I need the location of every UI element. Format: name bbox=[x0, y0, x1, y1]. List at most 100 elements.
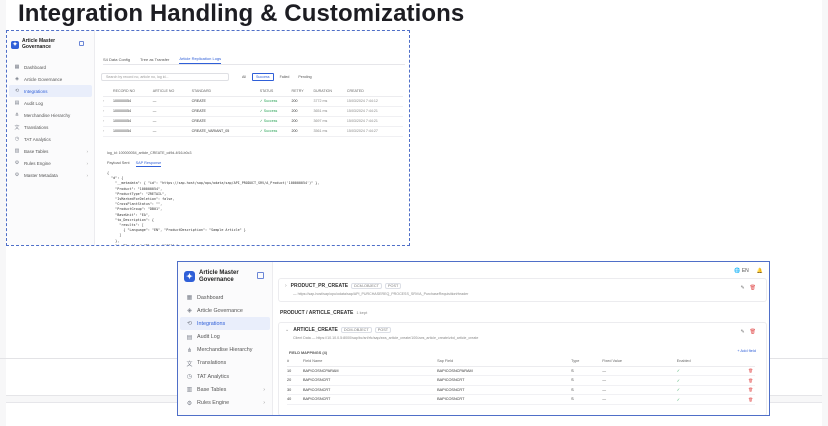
delete-icon[interactable]: 🗑 bbox=[729, 366, 755, 376]
column-header bbox=[103, 87, 113, 97]
chevron-right-icon[interactable]: › bbox=[103, 96, 113, 107]
table-cell: — bbox=[152, 96, 192, 107]
grid-icon: ▦ bbox=[14, 64, 20, 70]
table-row[interactable]: › 100000054— CREATE ✓ Success 200 3772 ms 15/0… bbox=[103, 96, 403, 107]
sidebar-item-tat-analytics[interactable]: ◷ TAT Analytics bbox=[180, 370, 270, 383]
clock-icon: ◷ bbox=[14, 136, 20, 142]
edit-icon[interactable]: ✎ bbox=[740, 329, 744, 335]
sidebar-collapse-icon[interactable] bbox=[79, 41, 84, 46]
chevron-right-icon[interactable]: › bbox=[103, 116, 113, 127]
filter-failed[interactable]: Failed bbox=[277, 74, 293, 80]
chevron-right-icon[interactable]: › bbox=[285, 283, 287, 289]
language-selector[interactable]: 🌐 EN bbox=[734, 268, 749, 274]
sidebar-item-label: Article Governance bbox=[24, 76, 63, 82]
sidebar-item-audit-log[interactable]: ▤ Audit Log bbox=[9, 97, 92, 109]
hierarchy-icon: ⋔ bbox=[186, 347, 193, 354]
bell-icon[interactable]: 🔔 bbox=[757, 268, 763, 274]
table-icon: ▥ bbox=[186, 387, 193, 394]
enabled-check-icon: ✓ bbox=[676, 385, 730, 395]
sidebar-item-article-governance[interactable]: ◈ Article Governance bbox=[180, 304, 270, 317]
delete-icon[interactable]: 🗑 bbox=[750, 329, 756, 335]
filter-pending[interactable]: Pending bbox=[295, 74, 314, 80]
chevron-down-icon[interactable]: ⌄ bbox=[285, 327, 289, 333]
table-cell: BAPICOSNCRT bbox=[302, 375, 438, 386]
sidebar-item-label: Base Tables bbox=[24, 148, 49, 154]
sidebar-item-rules-engine[interactable]: ⚙ Rules Engine › bbox=[180, 397, 270, 410]
sidebar-item-master-metadata[interactable]: ⚙ Master Metadata › bbox=[9, 169, 92, 181]
sidebar-item-article-governance[interactable]: ◈ Article Governance bbox=[9, 73, 92, 85]
tab-tree-as-transfer[interactable]: Tree as Transfer bbox=[140, 56, 169, 64]
brand-logo-icon: ✦ bbox=[184, 271, 195, 283]
sidebar-collapse-icon[interactable] bbox=[257, 272, 264, 279]
table-row: 40 BAPICOSNCRT BAPICOSNCRT S — ✓ 🗑 bbox=[287, 394, 755, 405]
add-field-button[interactable]: + Add field bbox=[737, 348, 756, 353]
table-cell: 100000054 bbox=[113, 106, 153, 117]
table-row[interactable]: › 100000054— CREATE ✓ Success 200 3697 ms 15/0… bbox=[103, 116, 403, 127]
section-title: PRODUCT / ARTICLE_CREATE 1 kept bbox=[280, 310, 368, 316]
sidebar-item-tat-analytics[interactable]: ◷ TAT Analytics bbox=[9, 133, 92, 145]
table-cell: BAPICOSNCRT bbox=[437, 394, 572, 405]
column-header: STATUS bbox=[259, 87, 292, 97]
chevron-right-icon[interactable]: › bbox=[103, 126, 113, 137]
integration-url: Client Data — https://10.10.0.5:8000/sap… bbox=[293, 336, 479, 340]
table-cell: BAPICOSNCRT bbox=[302, 385, 438, 395]
column-header: ARTICLE NO bbox=[152, 87, 192, 97]
column-header: Sap Field bbox=[437, 357, 572, 367]
table-cell: S bbox=[571, 375, 603, 386]
filter-all[interactable]: All bbox=[239, 74, 249, 80]
delete-icon[interactable]: 🗑 bbox=[729, 394, 755, 405]
table-cell: 100000054 bbox=[113, 126, 153, 137]
table-cell: 15/03/2024 7:44:27 bbox=[346, 126, 403, 137]
sidebar-item-merchandise-hierarchy[interactable]: ⋔ Merchandise Hierarchy bbox=[9, 109, 92, 121]
delete-icon[interactable]: 🗑 bbox=[750, 285, 756, 291]
column-header: RECORD NO bbox=[113, 87, 153, 97]
table-cell: CREATE bbox=[191, 96, 260, 107]
table-cell: 20 bbox=[287, 375, 303, 386]
sidebar-item-audit-log[interactable]: ▤ Audit Log bbox=[180, 331, 270, 344]
chevron-right-icon: › bbox=[263, 386, 265, 393]
column-header: Type bbox=[571, 357, 603, 367]
table-cell: 15/03/2024 7:44:21 bbox=[346, 106, 403, 117]
method-tag: POST bbox=[374, 327, 392, 333]
sidebar-item-integrations[interactable]: ⟲ Integrations bbox=[180, 317, 270, 331]
tab-sap-response[interactable]: SAP Response bbox=[135, 161, 162, 167]
sidebar-item-merchandise-hierarchy[interactable]: ⋔ Merchandise Hierarchy bbox=[180, 344, 270, 357]
sidebar-item-base-tables[interactable]: ▥ Base Tables › bbox=[9, 145, 92, 157]
sidebar-item-label: Audit Log bbox=[197, 334, 220, 341]
sidebar-item-translations[interactable]: 文 Translations bbox=[9, 121, 92, 133]
rules-icon: ⚙ bbox=[14, 160, 20, 166]
delete-icon[interactable]: 🗑 bbox=[729, 375, 755, 386]
search-input[interactable]: Search by record no, article no, log id.… bbox=[101, 73, 229, 81]
sidebar-item-base-tables[interactable]: ▥ Base Tables › bbox=[180, 383, 270, 396]
table-cell: — bbox=[602, 385, 677, 395]
table-row[interactable]: › 100000054— CREATE_VARIANT_05 ✓ Success 200… bbox=[103, 126, 403, 137]
tab-s4-data-config[interactable]: S4 Data Config bbox=[103, 56, 130, 64]
integration-name: ARTICLE_CREATE bbox=[293, 327, 338, 333]
method-tag: POST bbox=[384, 283, 402, 289]
sidebar-item-label: Integrations bbox=[24, 88, 48, 94]
integration-name: PRODUCT_PR_CREATE bbox=[290, 283, 349, 289]
sidebar-item-rules-engine[interactable]: ⚙ Rules Engine › bbox=[9, 157, 92, 169]
sidebar-item-dashboard[interactable]: ▦ Dashboard bbox=[9, 61, 92, 73]
table-cell: — bbox=[152, 106, 192, 117]
table-row[interactable]: › 100000054— CREATE ✓ Success 200 3651 ms 15/0… bbox=[103, 106, 403, 117]
table-cell: 100000054 bbox=[113, 96, 153, 107]
filter-success[interactable]: Success bbox=[252, 73, 274, 81]
table-row: 10 BAPICOSNCPARAM BAPICOSNCPARAM S — ✓ 🗑 bbox=[287, 366, 755, 376]
sidebar-item-translations[interactable]: 文 Translations bbox=[180, 357, 270, 370]
column-header: Fixed Value bbox=[602, 357, 677, 367]
sidebar-item-dashboard[interactable]: ▦ Dashboard bbox=[180, 291, 270, 304]
logs-table: RECORD NO ARTICLE NO STANDARD STATUS RETRY DU… bbox=[103, 87, 403, 137]
chevron-right-icon[interactable]: › bbox=[103, 106, 113, 117]
edit-icon[interactable]: ✎ bbox=[740, 285, 744, 291]
section-heading: Integration Handling & Customizations bbox=[18, 0, 465, 27]
tab-payload-sent[interactable]: Payload Sent bbox=[107, 161, 130, 167]
table-cell: S bbox=[571, 366, 603, 376]
table-cell: 15/03/2024 7:44:12 bbox=[346, 96, 403, 107]
table-cell: — bbox=[602, 375, 677, 386]
table-cell: 30 bbox=[287, 385, 303, 395]
table-cell: CREATE bbox=[191, 106, 260, 117]
sidebar-item-integrations[interactable]: ⟲ Integrations bbox=[9, 85, 92, 97]
delete-icon[interactable]: 🗑 bbox=[729, 385, 755, 395]
tab-article-replication-logs[interactable]: Article Replication Logs bbox=[179, 56, 222, 64]
